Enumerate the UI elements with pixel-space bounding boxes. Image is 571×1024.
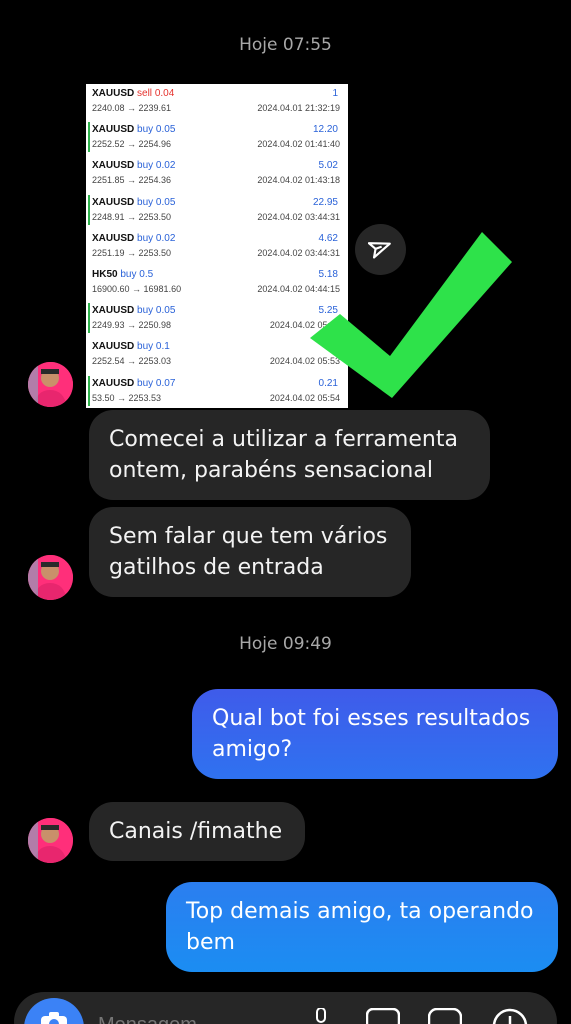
- timestamp-0755: Hoje 07:55: [239, 35, 332, 55]
- trade-side: sell 0.04: [137, 88, 175, 99]
- microphone-icon[interactable]: [312, 1007, 330, 1024]
- trade-side: buy 0.05: [137, 124, 176, 136]
- avatar[interactable]: [28, 818, 73, 863]
- avatar-image: [28, 362, 73, 407]
- trade-profit: 5.02: [318, 160, 338, 172]
- gallery-icon[interactable]: [365, 1007, 401, 1024]
- incoming-message[interactable]: Sem falar que tem vários gatilhos de ent…: [89, 507, 411, 597]
- trade-row: XAUUSD buy 0.05 2252.52 → 2254.96 12.20 202…: [86, 120, 348, 156]
- trade-symbol: XAUUSD sell 0.04: [92, 88, 175, 99]
- trade-time: 2024.04.02 01:41:40: [257, 139, 340, 150]
- trade-symbol: HK50 buy 0.5: [92, 269, 154, 280]
- trade-symbol: XAUUSD buy 0.1: [92, 341, 170, 353]
- trade-prices: 2251.19 → 2253.50: [92, 247, 172, 258]
- trade-symbol: XAUUSD buy 0.05: [92, 124, 176, 136]
- trade-row: XAUUSD buy 0.02 2251.85 → 2254.36 5.02 2024…: [86, 156, 348, 192]
- trade-side: buy 0.05: [137, 196, 176, 208]
- trade-symbol: XAUUSD buy 0.02: [92, 160, 176, 172]
- profit-bar: [88, 194, 90, 225]
- avatar[interactable]: [28, 555, 73, 600]
- trade-prices: 2252.54 → 2253.03: [92, 356, 172, 367]
- trade-profit: 12.20: [312, 124, 338, 136]
- profit-bar: [88, 122, 90, 153]
- outgoing-message[interactable]: Top demais amigo, ta operando bem: [166, 882, 558, 972]
- trade-row: XAUUSD sell 0.04 2240.08 → 2239.61 1 2024.0…: [86, 84, 348, 120]
- camera-icon: [40, 1012, 68, 1024]
- trade-prices: 16900.60 → 16981.60: [92, 284, 182, 294]
- trade-symbol: XAUUSD buy 0.05: [92, 196, 176, 208]
- camera-button[interactable]: [24, 998, 84, 1024]
- trade-side: buy 0.1: [137, 341, 170, 353]
- trade-symbol: XAUUSD buy 0.05: [92, 305, 176, 317]
- check-icon: [310, 232, 512, 398]
- timestamp-0949: Hoje 09:49: [239, 634, 332, 654]
- trade-symbol: XAUUSD buy 0.07: [92, 377, 176, 389]
- trade-prices: 2248.91 → 2253.50: [92, 211, 172, 222]
- trade-symbol: XAUUSD buy 0.02: [92, 232, 176, 244]
- outgoing-message[interactable]: Qual bot foi esses resultados amigo?: [192, 689, 558, 779]
- trade-profit: 1: [332, 88, 338, 99]
- trade-prices: 2249.93 → 2250.98: [92, 320, 172, 331]
- sticker-icon[interactable]: [427, 1007, 463, 1024]
- trade-side: buy 0.07: [137, 377, 176, 389]
- trade-prices: 53.50 → 2253.53: [92, 392, 162, 403]
- incoming-message[interactable]: Comecei a utilizar a ferramenta ontem, p…: [89, 410, 490, 500]
- avatar-image: [28, 818, 73, 863]
- trade-time: 2024.04.02 01:43:18: [257, 175, 340, 186]
- avatar[interactable]: [28, 362, 73, 407]
- trade-side: buy 0.02: [137, 232, 176, 244]
- trade-prices: 2251.85 → 2254.36: [92, 175, 172, 186]
- trade-time: 2024.04.01 21:32:19: [257, 103, 340, 113]
- trade-side: buy 0.05: [137, 305, 176, 317]
- trade-row: XAUUSD buy 0.05 2248.91 → 2253.50 22.95 202…: [86, 193, 348, 229]
- incoming-message[interactable]: Canais /fimathe: [89, 802, 305, 861]
- trade-prices: 2240.08 → 2239.61: [92, 103, 172, 113]
- trade-profit: 22.95: [312, 196, 338, 208]
- trade-prices: 2252.52 → 2254.96: [92, 139, 172, 150]
- profit-bar: [88, 375, 90, 406]
- profit-bar: [88, 303, 90, 334]
- trade-side: buy 0.02: [137, 160, 176, 172]
- trade-time: 2024.04.02 03:44:31: [257, 211, 340, 222]
- trade-side: buy 0.5: [120, 269, 154, 280]
- add-icon[interactable]: [492, 1008, 528, 1024]
- message-composer: [14, 992, 557, 1024]
- avatar-image: [28, 555, 73, 600]
